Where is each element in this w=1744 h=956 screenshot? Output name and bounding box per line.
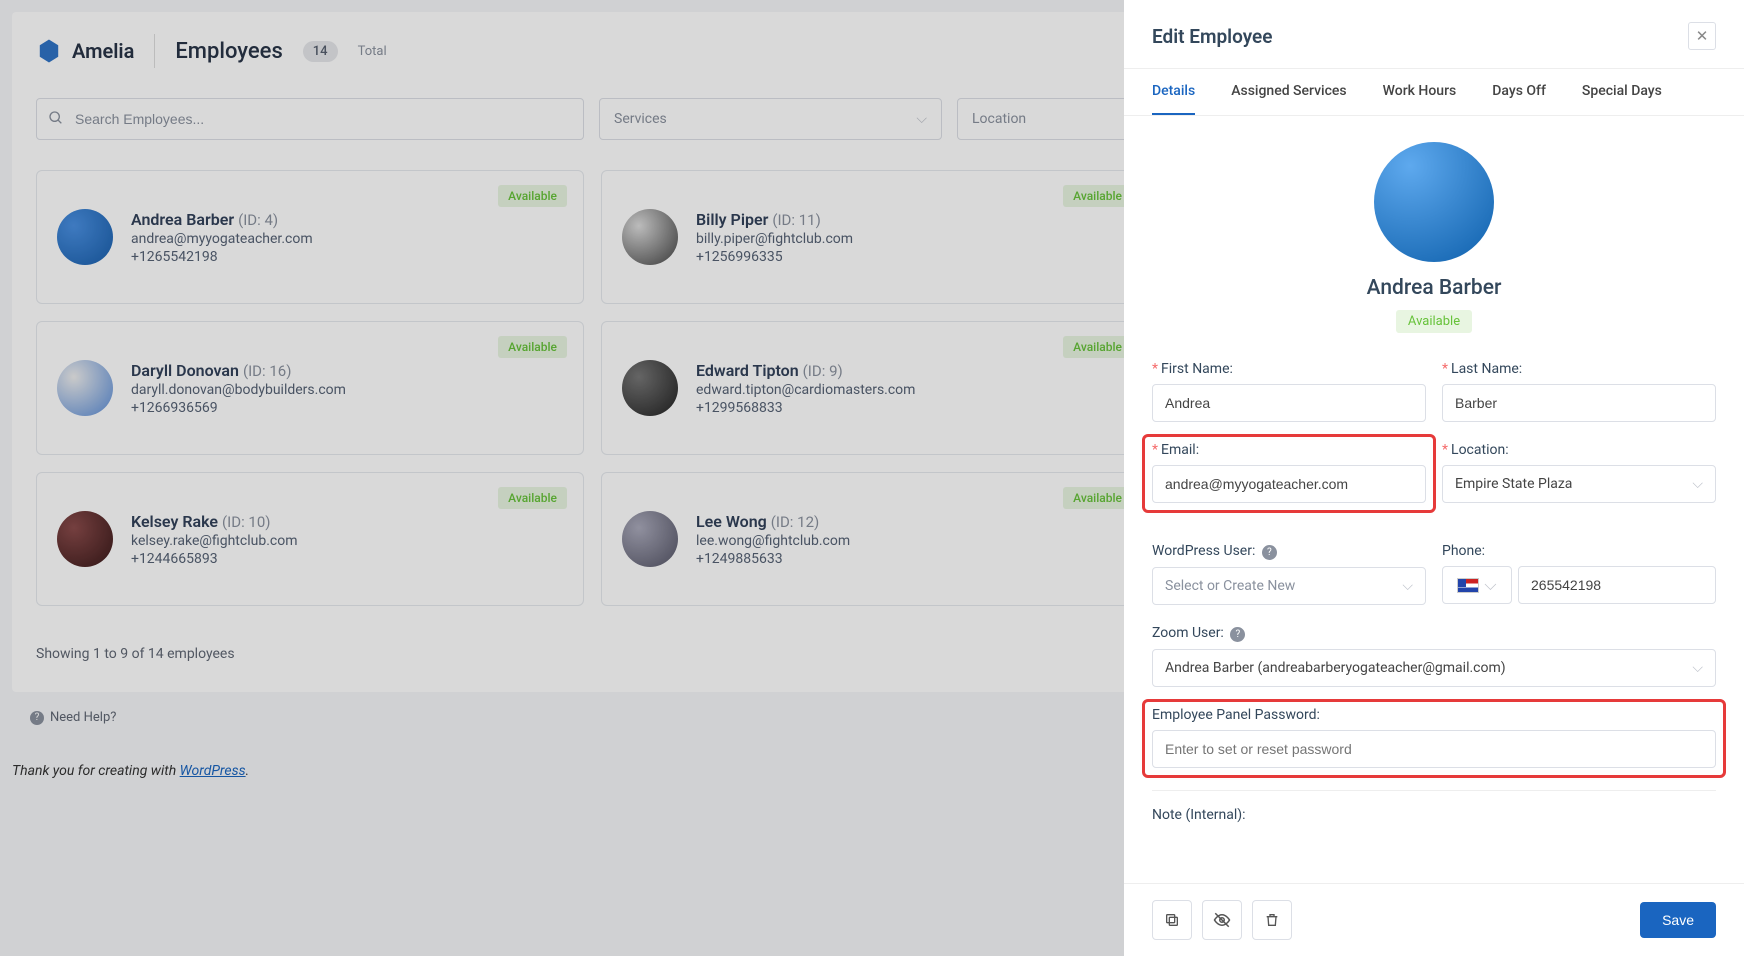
email-input[interactable] [1152,465,1426,503]
wp-user-label: WordPress User: ? [1152,543,1426,560]
close-icon: ✕ [1696,27,1709,45]
employee-name-large: Andrea Barber [1152,276,1716,300]
close-button[interactable]: ✕ [1688,22,1716,50]
copy-icon [1164,912,1180,928]
hide-button[interactable] [1202,900,1242,940]
us-flag-icon [1457,578,1479,593]
password-label: Employee Panel Password: [1152,707,1716,723]
edit-employee-panel: Edit Employee ✕ Details Assigned Service… [1124,0,1744,956]
delete-button[interactable] [1252,900,1292,940]
help-icon[interactable]: ? [1230,627,1245,642]
first-name-label: *First Name: [1152,361,1426,377]
chevron-down-icon: ⌵ [1692,660,1703,676]
zoom-user-value: Andrea Barber (andreabarberyogateacher@g… [1165,660,1506,676]
first-name-input[interactable] [1152,384,1426,422]
chevron-down-icon: ⌵ [1484,575,1496,595]
trash-icon [1264,912,1280,928]
duplicate-button[interactable] [1152,900,1192,940]
help-icon[interactable]: ? [1262,545,1277,560]
location-value: Empire State Plaza [1455,476,1572,492]
tab-special-days[interactable]: Special Days [1582,69,1662,115]
employee-status-badge: Available [1396,310,1472,333]
chevron-down-icon: ⌵ [1402,578,1413,594]
eye-off-icon [1213,911,1231,929]
divider [1152,790,1716,791]
employee-avatar-large[interactable] [1374,142,1494,262]
email-label: *Email: [1152,442,1426,458]
wp-user-select[interactable]: Select or Create New ⌵ [1152,567,1426,605]
phone-country-select[interactable]: ⌵ [1442,566,1512,604]
tab-assigned-services[interactable]: Assigned Services [1231,69,1346,115]
zoom-user-select[interactable]: Andrea Barber (andreabarberyogateacher@g… [1152,649,1716,687]
note-label: Note (Internal): [1152,807,1716,823]
chevron-down-icon: ⌵ [1692,476,1703,492]
panel-title: Edit Employee [1152,25,1273,48]
last-name-label: *Last Name: [1442,361,1716,377]
password-input[interactable] [1152,730,1716,768]
tab-details[interactable]: Details [1152,69,1195,115]
zoom-user-label: Zoom User: ? [1152,625,1716,642]
location-label: *Location: [1442,442,1716,458]
phone-input[interactable] [1518,566,1716,604]
tab-work-hours[interactable]: Work Hours [1383,69,1457,115]
location-select[interactable]: Empire State Plaza ⌵ [1442,465,1716,503]
save-button[interactable]: Save [1640,902,1716,938]
phone-label: Phone: [1442,543,1716,559]
wp-user-placeholder: Select or Create New [1165,578,1295,594]
last-name-input[interactable] [1442,384,1716,422]
tab-days-off[interactable]: Days Off [1492,69,1546,115]
